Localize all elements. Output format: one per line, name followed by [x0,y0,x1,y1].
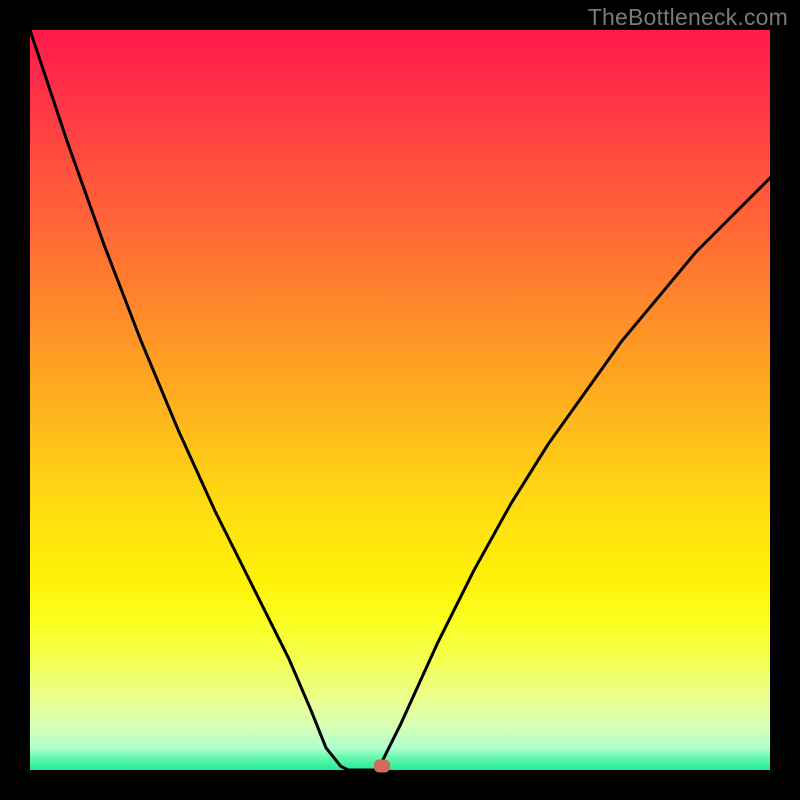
chart-container: TheBottleneck.com [0,0,800,800]
curve-svg [30,30,770,770]
optimum-marker [374,760,390,773]
watermark-text: TheBottleneck.com [588,4,788,31]
bottleneck-curve [30,30,770,770]
plot-area [30,30,770,770]
